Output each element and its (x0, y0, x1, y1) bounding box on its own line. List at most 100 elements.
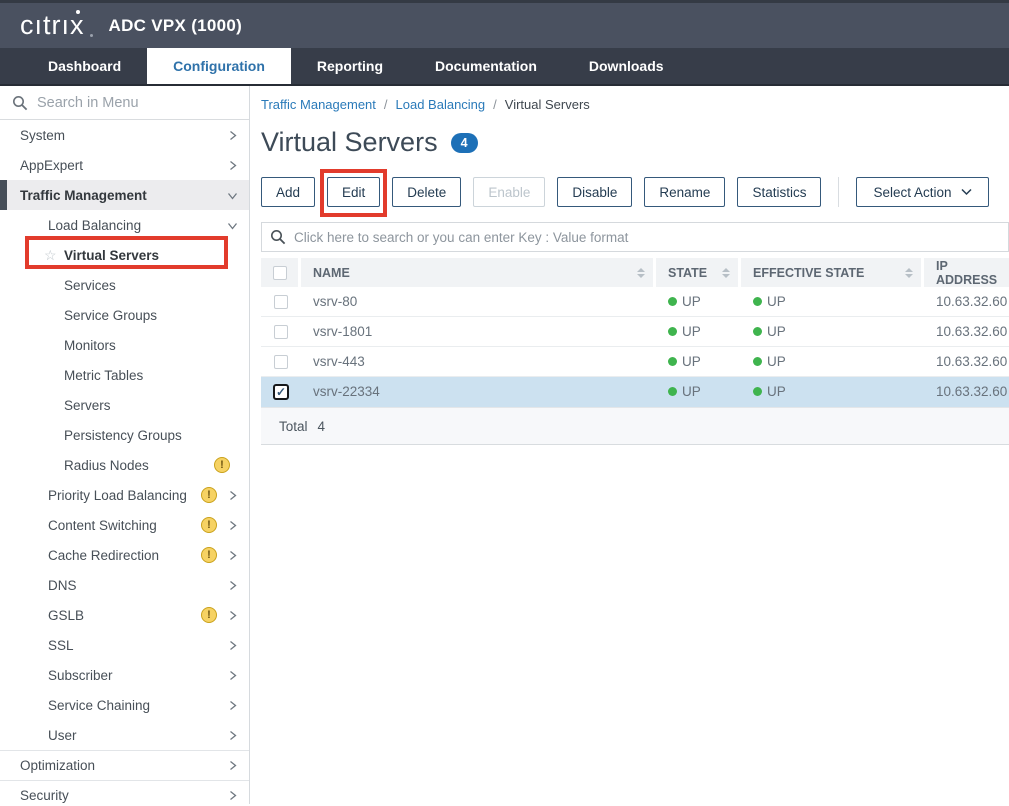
app-title: ADC VPX (1000) (109, 16, 243, 36)
sidebar-item-persistency-groups[interactable]: Persistency Groups (0, 420, 249, 450)
column-header-label: STATE (668, 266, 707, 280)
sidebar-item-content-switching[interactable]: Content Switching! (0, 510, 249, 540)
virtual-servers-table: NAME STATE EFFECTIVE STATE IP ADDRESS vs… (261, 258, 1009, 445)
statistics-button[interactable]: Statistics (737, 177, 821, 207)
column-header-label: NAME (313, 266, 350, 280)
warning-icon: ! (214, 457, 230, 473)
row-checkbox[interactable] (274, 355, 288, 369)
sidebar-item-label: SSL (48, 638, 74, 653)
chevron-right-icon (226, 129, 239, 142)
status-text: UP (767, 384, 786, 399)
chevron-down-icon (961, 188, 972, 196)
sidebar-item-appexpert[interactable]: AppExpert (0, 150, 249, 180)
sidebar-item-system[interactable]: System (0, 120, 249, 150)
breadcrumb-traffic-management[interactable]: Traffic Management (261, 97, 376, 112)
sidebar-item-label: Servers (64, 398, 111, 413)
sidebar-item-gslb[interactable]: GSLB! (0, 600, 249, 630)
tab-configuration[interactable]: Configuration (147, 48, 291, 84)
table-header: NAME STATE EFFECTIVE STATE IP ADDRESS (261, 258, 1009, 287)
sidebar-item-ssl[interactable]: SSL (0, 630, 249, 660)
tab-reporting[interactable]: Reporting (291, 48, 409, 84)
favorite-star-icon[interactable]: ☆ (44, 247, 64, 264)
row-checkbox[interactable] (274, 325, 288, 339)
sidebar-item-security[interactable]: Security (0, 780, 249, 804)
sidebar-item-virtual-servers[interactable]: ☆Virtual Servers (0, 240, 249, 270)
breadcrumb-current: Virtual Servers (505, 97, 590, 112)
tab-dashboard[interactable]: Dashboard (22, 48, 147, 84)
citrix-logo-dot (76, 10, 80, 14)
row-checkbox[interactable]: ✓ (273, 384, 289, 400)
total-value: 4 (318, 419, 326, 434)
primary-nav: Dashboard Configuration Reporting Docume… (0, 48, 1009, 86)
table-search-bar[interactable] (261, 222, 1009, 252)
table-search-input[interactable] (294, 230, 1008, 245)
sidebar-item-service-chaining[interactable]: Service Chaining (0, 690, 249, 720)
sidebar-item-metric-tables[interactable]: Metric Tables (0, 360, 249, 390)
sidebar-item-service-groups[interactable]: Service Groups (0, 300, 249, 330)
breadcrumb-load-balancing[interactable]: Load Balancing (396, 97, 486, 112)
sidebar-item-label: Load Balancing (48, 218, 141, 233)
column-header-effective-state[interactable]: EFFECTIVE STATE (741, 258, 924, 287)
sidebar-item-label: Metric Tables (64, 368, 143, 383)
sidebar-item-traffic-management[interactable]: Traffic Management (0, 180, 249, 210)
status-up-dot (753, 297, 762, 306)
rename-button[interactable]: Rename (644, 177, 725, 207)
column-header-label: EFFECTIVE STATE (753, 266, 864, 280)
page-title: Virtual Servers (261, 127, 438, 158)
disable-button[interactable]: Disable (557, 177, 632, 207)
cell-effective-state: UP (741, 324, 924, 339)
sidebar-item-radius-nodes[interactable]: Radius Nodes! (0, 450, 249, 480)
sidebar-item-subscriber[interactable]: Subscriber (0, 660, 249, 690)
sidebar-item-label: Services (64, 278, 116, 293)
select-all-checkbox[interactable] (273, 266, 287, 280)
add-button[interactable]: Add (261, 177, 315, 207)
sidebar-item-dns[interactable]: DNS (0, 570, 249, 600)
sidebar-search-input[interactable] (37, 95, 227, 111)
sidebar-item-label: Subscriber (48, 668, 113, 683)
sidebar-item-cache-redirection[interactable]: Cache Redirection! (0, 540, 249, 570)
column-header-state[interactable]: STATE (656, 258, 741, 287)
status-up-dot (668, 297, 677, 306)
citrix-logo: cıtrıx (20, 12, 85, 39)
sidebar-item-priority-load-balancing[interactable]: Priority Load Balancing! (0, 480, 249, 510)
delete-button[interactable]: Delete (392, 177, 461, 207)
sidebar-item-user[interactable]: User (0, 720, 249, 750)
enable-button: Enable (473, 177, 545, 207)
table-row-vsrv-1801[interactable]: vsrv-1801UPUP10.63.32.60 (261, 317, 1009, 347)
breadcrumb-separator: / (384, 97, 388, 112)
sidebar-search[interactable] (0, 86, 249, 120)
column-header-name[interactable]: NAME (301, 258, 656, 287)
sidebar-item-servers[interactable]: Servers (0, 390, 249, 420)
sidebar-item-load-balancing[interactable]: Load Balancing (0, 210, 249, 240)
sidebar-item-monitors[interactable]: Monitors (0, 330, 249, 360)
sidebar-item-optimization[interactable]: Optimization (0, 750, 249, 780)
sidebar: System AppExpert Traffic Management Load Ba… (0, 86, 250, 804)
sort-icon[interactable] (905, 268, 913, 278)
sidebar-item-label: Content Switching (48, 518, 157, 533)
status-text: UP (682, 354, 701, 369)
edit-button[interactable]: Edit (327, 177, 380, 207)
select-action-dropdown[interactable]: Select Action (856, 177, 988, 207)
row-checkbox-cell (261, 325, 301, 339)
chevron-right-icon (226, 579, 239, 592)
column-header-ip-address[interactable]: IP ADDRESS (924, 258, 1009, 287)
table-row-vsrv-443[interactable]: vsrv-443UPUP10.63.32.60 (261, 347, 1009, 377)
tab-downloads[interactable]: Downloads (563, 48, 690, 84)
chevron-right-icon (226, 789, 239, 802)
sidebar-item-services[interactable]: Services (0, 270, 249, 300)
status-text: UP (767, 324, 786, 339)
sidebar-item-label: Persistency Groups (64, 428, 182, 443)
sidebar-item-label: Virtual Servers (64, 248, 159, 263)
citrix-trademark-dot (90, 34, 93, 37)
row-checkbox[interactable] (274, 295, 288, 309)
table-row-vsrv-22334[interactable]: ✓vsrv-22334UPUP10.63.32.60 (261, 377, 1009, 407)
main-content: Traffic Management / Load Balancing / Vi… (250, 86, 1009, 804)
table-row-vsrv-80[interactable]: vsrv-80UPUP10.63.32.60 (261, 287, 1009, 317)
cell-ip-address: 10.63.32.60 (924, 384, 1009, 399)
sort-icon[interactable] (637, 268, 645, 278)
sidebar-item-label: Radius Nodes (64, 458, 149, 473)
sidebar-item-label: AppExpert (20, 158, 83, 173)
sort-icon[interactable] (722, 268, 730, 278)
tab-documentation[interactable]: Documentation (409, 48, 563, 84)
breadcrumb: Traffic Management / Load Balancing / Vi… (261, 97, 1009, 112)
